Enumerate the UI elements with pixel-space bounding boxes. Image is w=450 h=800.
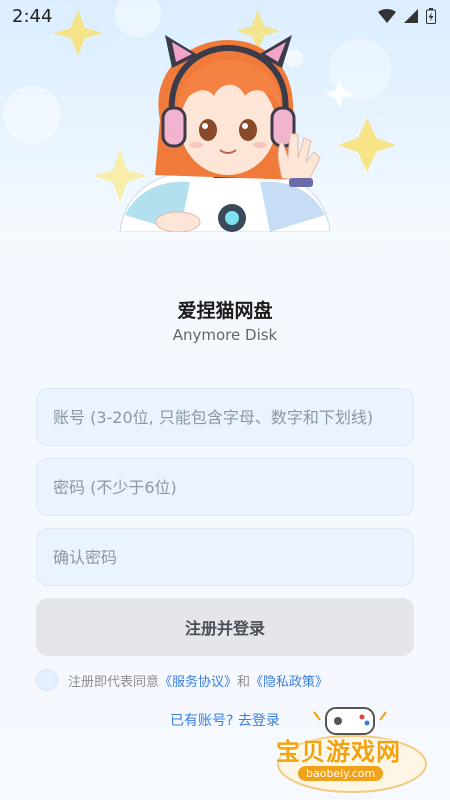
app-subtitle: Anymore Disk — [172, 326, 278, 344]
app-title: 爱捏猫网盘 — [177, 300, 273, 322]
watermark-url: baobeiy.com — [298, 766, 384, 781]
hero-banner — [0, 0, 450, 232]
battery-icon — [426, 8, 436, 24]
agreement-checkbox[interactable] — [36, 669, 58, 691]
agreement-and: 和 — [237, 674, 251, 690]
register-login-button[interactable]: 注册并登录 — [36, 598, 414, 656]
status-bar: 2:44 — [0, 0, 450, 32]
signal-icon — [404, 9, 418, 23]
password-input[interactable] — [36, 458, 414, 516]
agreement-prefix: 注册即代表同意 — [68, 674, 160, 690]
account-input[interactable] — [36, 388, 414, 446]
agreement-row: 注册即代表同意 《服务协议》 和 《隐私政策》 — [36, 668, 328, 692]
watermark: 宝贝游戏网 baobeiy.com — [270, 702, 440, 798]
confirm-password-input[interactable] — [36, 528, 414, 586]
status-time: 2:44 — [12, 5, 53, 27]
privacy-link[interactable]: 《隐私政策》 — [250, 671, 328, 690]
status-icons — [378, 8, 436, 24]
watermark-text: 宝贝游戏网 — [276, 738, 401, 766]
terms-link[interactable]: 《服务协议》 — [159, 671, 237, 690]
wifi-icon — [378, 9, 396, 23]
mascot-illustration — [1, 0, 396, 232]
